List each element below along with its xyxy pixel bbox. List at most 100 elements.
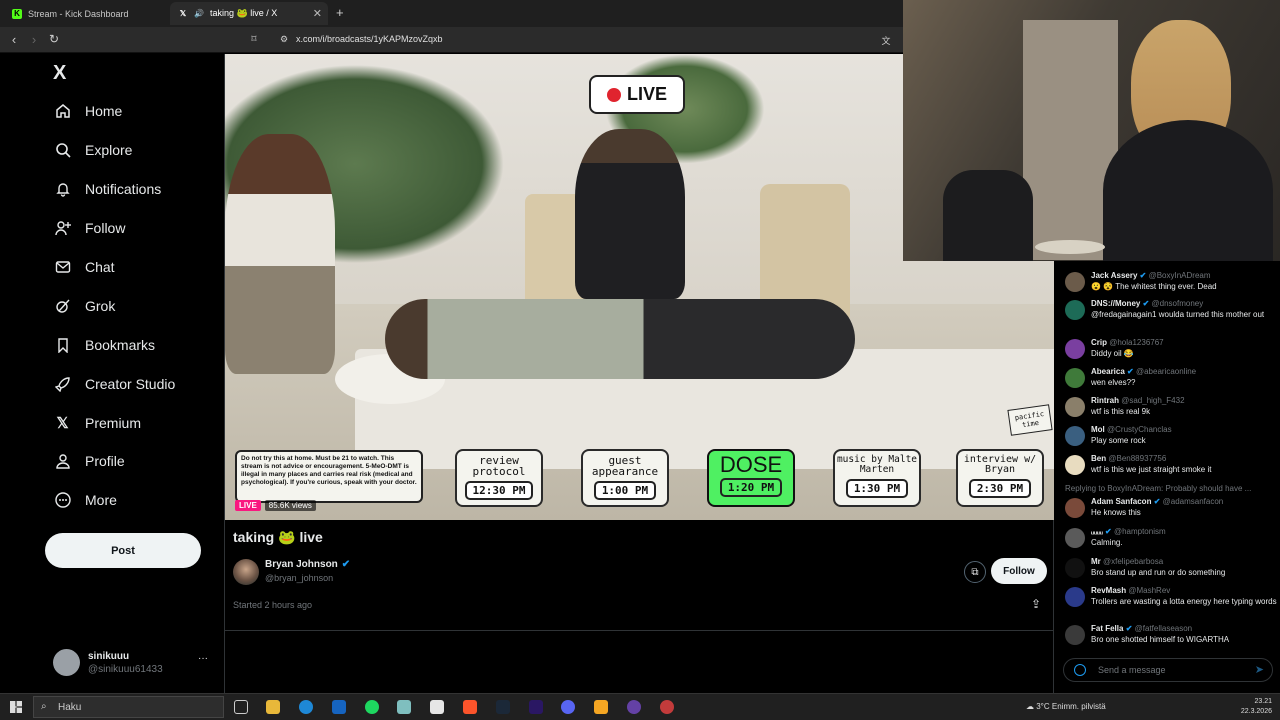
edge-icon[interactable] [299,700,313,714]
bookmark-page-icon[interactable]: ⌑ [246,34,262,45]
chat-text: He knows this [1091,508,1141,517]
sidebar-item-notifications[interactable]: Notifications [54,180,161,197]
chat-author[interactable]: DNS://Money [1091,299,1140,308]
avatar [1065,300,1085,320]
person-add-icon [54,219,71,236]
tab-x-broadcast[interactable]: 𝕏 🔊 taking 🐸 live / X ✕ [170,2,328,25]
sidebar-item-profile[interactable]: Profile [54,452,125,469]
x-logo-icon[interactable]: X [53,62,66,85]
more-icon[interactable]: ··· [198,653,208,664]
avatar[interactable] [233,559,259,585]
windows-start-icon[interactable] [10,701,22,713]
spotify-icon[interactable] [365,700,379,714]
sidebar-item-label: Grok [85,297,116,314]
premiere-icon[interactable] [529,700,543,714]
person-lying [385,299,855,379]
sidebar-item-label: More [85,491,117,508]
translate-icon[interactable]: 文 [878,34,894,47]
taskbar-search-input[interactable]: ⌕ Haku [33,696,224,718]
sidebar-item-more[interactable]: More [54,491,117,508]
obs-icon[interactable] [660,700,674,714]
sidebar-item-bookmarks[interactable]: Bookmarks [54,336,155,353]
sidebar-item-home[interactable]: Home [54,102,122,119]
chat-author[interactable]: Mol [1091,425,1105,434]
system-clock[interactable]: 23.21 22.3.2026 [1241,697,1272,717]
post-button[interactable]: Post [45,533,201,568]
schedule-overlay: Do not try this at home. Must be 21 to w… [225,444,1054,520]
search-icon: ⌕ [41,701,47,712]
clock-date: 22.3.2026 [1240,708,1272,715]
store-icon[interactable] [430,700,444,714]
chat-message-input[interactable]: Send a message ➤ [1063,658,1273,682]
follow-button[interactable]: Follow [991,558,1047,584]
outlook-icon[interactable] [332,700,346,714]
chat-text: @fredagainagain1 woulda turned this moth… [1091,310,1265,319]
chat-handle: @MashRev [1128,586,1171,595]
chat-author[interactable]: Mr [1091,557,1101,566]
sidebar-item-label: Explore [85,141,133,158]
live-badge-label: LIVE [626,84,667,104]
x-logo-icon: 𝕏 [56,414,69,432]
avatar [1065,397,1085,417]
reload-icon[interactable]: ↻ [46,32,62,46]
chat-author[interactable]: ᵤᵤᵤᵤ [1091,527,1103,536]
chat-author[interactable]: Adam Sanfacon [1091,497,1151,506]
close-tab-icon[interactable]: ✕ [313,7,322,20]
file-explorer-icon[interactable] [266,700,280,714]
app-icon[interactable] [594,700,608,714]
sidebar-item-label: Notifications [85,180,162,197]
site-info-icon[interactable]: ⚙ [276,34,292,45]
grok-icon [54,297,71,314]
weather-widget[interactable]: ☁ 3°C Enimm. pilvistä [1026,702,1106,711]
forward-icon[interactable]: › [26,32,42,47]
chat-author[interactable]: Rintrah [1091,396,1119,405]
tab-kick-dashboard[interactable]: K Stream - Kick Dashboard [4,2,170,25]
schedule-item: guest appearance 1:00 PM [581,449,669,507]
address-url[interactable]: x.com/i/broadcasts/1yKAPMzovZqxb [296,34,443,44]
chat-author[interactable]: Abearica [1091,367,1125,376]
host-name-row[interactable]: Bryan Johnson ✔ [265,559,350,570]
emoji-icon[interactable] [1074,664,1086,676]
chat-text: Bro stand up and run or do something [1091,568,1226,577]
schedule-time: 1:30 PM [845,479,909,498]
avatar [1065,587,1085,607]
steam-icon[interactable] [496,700,510,714]
sidebar-item-chat[interactable]: Chat [54,258,115,275]
chat-author[interactable]: Jack Assery [1091,271,1137,280]
schedule-time: 1:20 PM [719,478,783,497]
send-icon[interactable]: ➤ [1255,663,1264,676]
pip-icon: ⧉ [971,566,979,578]
picture-in-picture-button[interactable]: ⧉ [964,561,986,583]
sidebar-item-grok[interactable]: Grok [54,297,115,314]
chat-author[interactable]: Ben [1091,454,1106,463]
schedule-title: guest appearance [591,454,659,478]
sidebar-item-premium[interactable]: 𝕏 Premium [54,414,142,432]
host-row: Bryan Johnson ✔ @bryan_johnson [233,557,1053,589]
brave-icon[interactable] [463,700,477,714]
sidebar-item-follow[interactable]: Follow [54,219,125,236]
chat-author[interactable]: RevMash [1091,586,1126,595]
home-icon [54,102,71,119]
audio-playing-icon: 🔊 [194,9,204,18]
sidebar-item-label: Premium [85,414,142,431]
chat-author[interactable]: Fat Fella [1091,624,1123,633]
chat-handle: @adamsanfacon [1162,497,1224,506]
chat-handle: @Ben88937756 [1108,454,1167,463]
avatar [1065,368,1085,388]
discord-icon[interactable] [561,700,575,714]
new-tab-button[interactable]: + [336,5,344,20]
sidebar-item-explore[interactable]: Explore [54,141,132,158]
chat-author[interactable]: Crip [1091,338,1107,347]
host-handle: @bryan_johnson [265,573,334,583]
chat-text: Diddy oil 😂 [1091,349,1134,358]
sidebar-item-label: Bookmarks [85,336,156,353]
back-icon[interactable]: ‹ [6,32,22,47]
sidebar-item-creator-studio[interactable]: Creator Studio [54,375,175,392]
app-icon[interactable] [627,700,641,714]
app-icon[interactable] [397,700,411,714]
task-view-icon[interactable] [234,700,248,714]
share-icon[interactable]: ⇪ [1031,597,1041,611]
sidebar-item-label: Chat [85,258,115,275]
x-sidebar: X Home Explore Notifications Follow Chat… [0,54,224,693]
account-switcher[interactable]: sinikuuu @sinikuuu61433 ··· [53,649,213,679]
